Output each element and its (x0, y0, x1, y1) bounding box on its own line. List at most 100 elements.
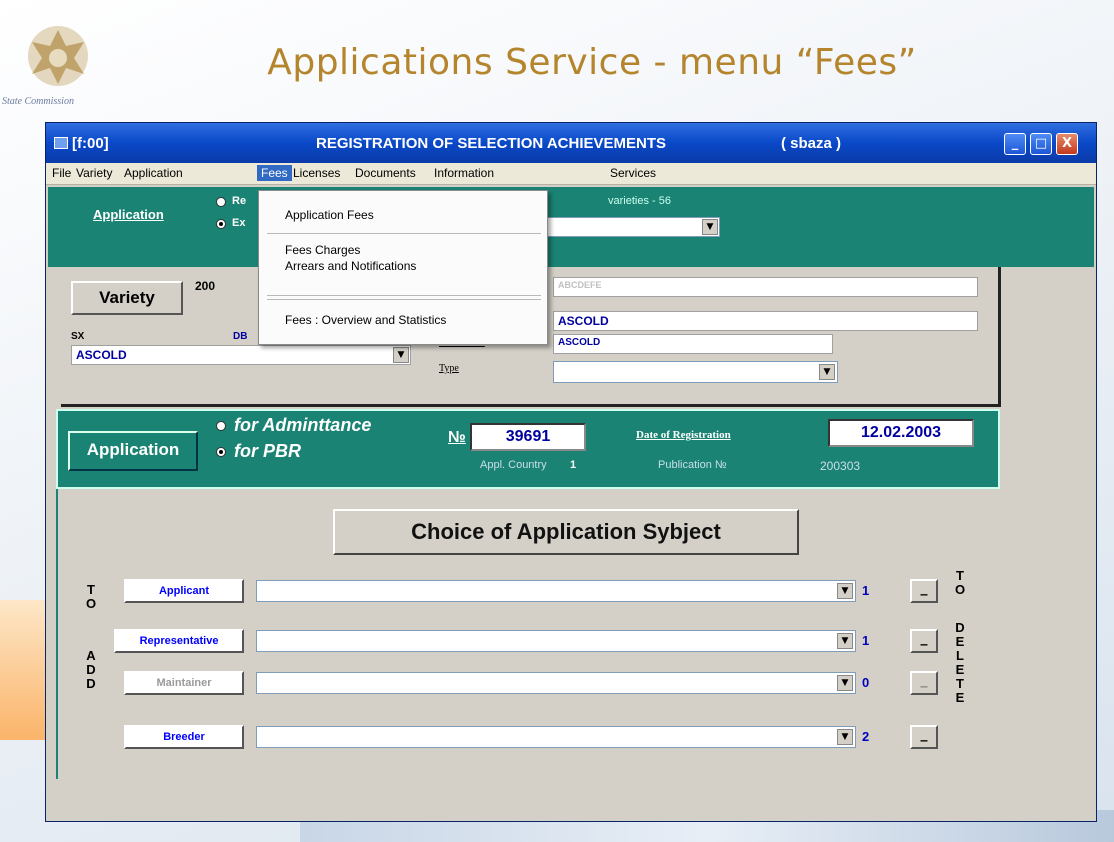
type-combo[interactable]: ▼ (553, 361, 838, 383)
to-add-letter (84, 611, 98, 625)
emblem-caption: State Commission (2, 96, 74, 107)
to-delete-letter: E (955, 690, 965, 705)
variety-code-field[interactable]: ABCDEFE (553, 277, 978, 297)
to-add-letter: D (86, 662, 96, 677)
close-button[interactable]: X (1056, 133, 1078, 155)
menu-application[interactable]: Application (120, 166, 187, 180)
applicant-count: 1 (862, 583, 870, 598)
variety-button[interactable]: Variety (71, 281, 183, 315)
breeder-count: 2 (862, 729, 870, 744)
maintainer-combo[interactable]: ▼ (256, 672, 856, 694)
variety-combo[interactable]: ASCOLD ▼ (71, 345, 411, 365)
chevron-down-icon[interactable]: ▼ (393, 347, 409, 363)
chevron-down-icon[interactable]: ▼ (702, 219, 718, 235)
varieties-count: varieties - 56 (608, 195, 671, 207)
choice-of-application-subject-button[interactable]: Choice of Application Sybject (333, 509, 799, 555)
for-pbr-label: for PBR (234, 441, 301, 461)
application-panel: Application for Adminttance for PBR № 39… (56, 409, 1000, 489)
delete-maintainer-button[interactable]: _ (910, 671, 938, 695)
to-delete-letter: E (955, 634, 965, 649)
radio-ex-label: Ex (232, 217, 246, 229)
delete-applicant-button[interactable]: _ (910, 579, 938, 603)
app-window: [f:00] REGISTRATION OF SELECTION ACHIEVE… (45, 122, 1097, 822)
application-link[interactable]: Application (93, 207, 164, 222)
menu-separator (267, 233, 541, 234)
minimize-button[interactable]: _ (1004, 133, 1026, 155)
window-title: REGISTRATION OF SELECTION ACHIEVEMENTS (316, 135, 667, 152)
type-label: Type (439, 363, 459, 374)
to-delete-label: T O D E L E T E (953, 569, 967, 705)
menu-information[interactable]: Information (430, 166, 498, 180)
applicant-combo[interactable]: ▼ (256, 580, 856, 602)
menu-separator (267, 295, 541, 296)
appl-country-label: Appl. Country (480, 459, 547, 471)
menu-variety[interactable]: Variety (72, 166, 116, 180)
radio-for-pbr[interactable] (216, 447, 226, 457)
to-add-letter: D (86, 676, 96, 691)
to-delete-letter: E (955, 662, 965, 677)
appl-country-value: 1 (570, 459, 577, 471)
radio-re[interactable] (216, 197, 226, 207)
to-delete-letter: T (956, 676, 964, 691)
maintainer-count: 0 (862, 675, 870, 690)
variety-name-field[interactable]: ASCOLD (553, 311, 978, 331)
for-admittance-label: for Adminttance (234, 415, 372, 435)
menu-item-fees-overview-and-statistics[interactable]: Fees : Overview and Statistics (285, 313, 446, 327)
to-add-letter: A (86, 648, 96, 663)
representative-combo[interactable]: ▼ (256, 630, 856, 652)
chevron-down-icon[interactable]: ▼ (819, 364, 835, 380)
delete-breeder-button[interactable]: _ (910, 725, 938, 749)
breeder-combo[interactable]: ▼ (256, 726, 856, 748)
window-titlebar[interactable]: [f:00] REGISTRATION OF SELECTION ACHIEVE… (46, 123, 1096, 163)
radio-for-admittance[interactable] (216, 421, 226, 431)
chevron-down-icon[interactable]: ▼ (837, 675, 853, 691)
menu-separator (267, 299, 541, 300)
number-label: № (448, 429, 466, 446)
publication-value: 200303 (820, 459, 861, 473)
menu-services[interactable]: Services (606, 166, 660, 180)
fees-dropdown-menu: Application Fees Fees Charges Arrears an… (258, 190, 548, 345)
chevron-down-icon[interactable]: ▼ (837, 633, 853, 649)
application-filter-panel: Application Re Ex varieties - 56 ▼ (48, 187, 1094, 267)
maximize-button[interactable]: □ (1030, 133, 1052, 155)
publication-label: Publication № (658, 459, 727, 471)
to-delete-letter: L (956, 648, 964, 663)
application-number-field[interactable]: 39691 (470, 423, 586, 451)
delete-representative-button[interactable]: _ (910, 629, 938, 653)
menu-item-arrears-and-notifications[interactable]: Arrears and Notifications (285, 259, 416, 273)
to-delete-letter: T (956, 568, 964, 583)
to-add-letter: O (85, 596, 97, 611)
short-name-field[interactable]: ASCOLD (553, 334, 833, 354)
to-add-label: T O A D D (84, 583, 98, 691)
form-id: [f:00] (72, 135, 109, 152)
database-name: ( sbaza ) (781, 135, 842, 152)
radio-re-label: Re (232, 195, 247, 207)
representative-count: 1 (862, 633, 870, 648)
date-of-registration-label: Date of Registration (636, 429, 731, 441)
to-delete-letter: D (955, 620, 965, 635)
breeder-button[interactable]: Breeder (124, 725, 244, 749)
chevron-down-icon[interactable]: ▼ (837, 583, 853, 599)
applicant-button[interactable]: Applicant (124, 579, 244, 603)
application-subject-panel: Choice of Application Sybject T O A D D … (56, 489, 1000, 779)
radio-ex[interactable] (216, 219, 226, 229)
menu-licenses[interactable]: Licenses (289, 166, 344, 180)
to-delete-letter: O (954, 582, 966, 597)
to-delete-letter (953, 597, 967, 621)
to-add-letter: T (87, 582, 95, 597)
menu-item-fees-charges[interactable]: Fees Charges (285, 243, 360, 257)
registration-date-field[interactable]: 12.02.2003 (828, 419, 974, 447)
window-icon[interactable] (54, 137, 68, 149)
slide-title: Applications Service - menu “Fees” (267, 42, 917, 83)
menu-documents[interactable]: Documents (351, 166, 420, 180)
variety-year: 200 (195, 279, 216, 293)
menu-item-application-fees[interactable]: Application Fees (285, 208, 374, 222)
menu-fees[interactable]: Fees (257, 165, 292, 181)
db-label: DB (233, 331, 248, 342)
chevron-down-icon[interactable]: ▼ (837, 729, 853, 745)
application-button[interactable]: Application (68, 431, 198, 471)
menu-bar: File Variety Application Fees Licenses D… (46, 163, 1096, 185)
maintainer-button[interactable]: Maintainer (124, 671, 244, 695)
representative-button[interactable]: Representative (114, 629, 244, 653)
variety-combo-value: ASCOLD (76, 348, 127, 362)
